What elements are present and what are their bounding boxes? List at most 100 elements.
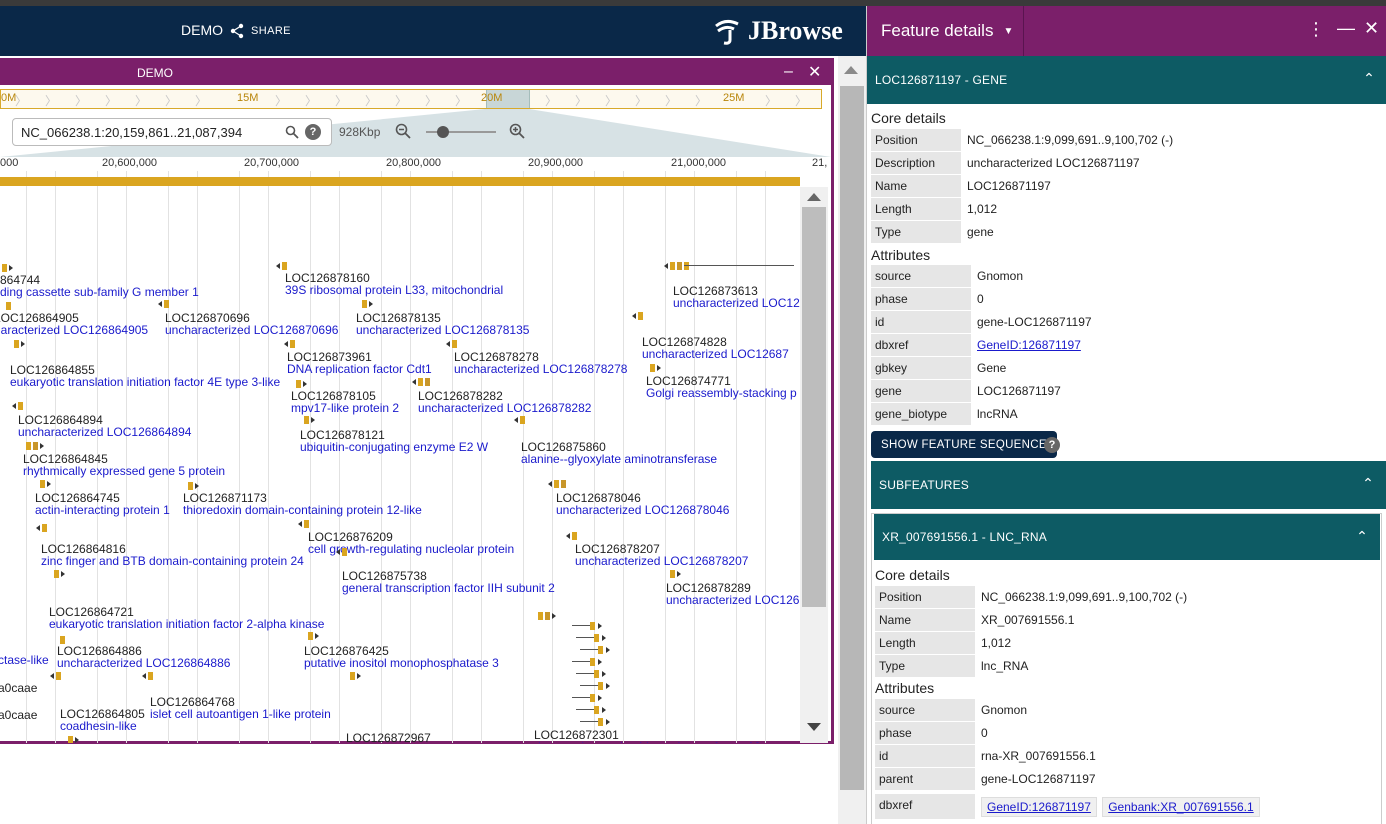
help-icon[interactable]: ? xyxy=(1044,437,1060,453)
genbank-link[interactable]: Genbank:XR_007691556.1 xyxy=(1108,800,1253,814)
feature-description[interactable]: uncharacterized LOC126878046 xyxy=(556,503,729,517)
subfeatures-header[interactable]: SUBFEATURES ⌃ xyxy=(871,461,1386,509)
transcript-glyph[interactable] xyxy=(576,705,616,715)
gene-glyph[interactable] xyxy=(356,299,386,309)
zoom-slider[interactable] xyxy=(426,126,496,138)
scroll-up-icon[interactable] xyxy=(844,66,858,74)
reference-sequence-track[interactable] xyxy=(0,177,800,186)
feature-partial-label[interactable]: a0caae xyxy=(0,681,37,695)
gene-glyph[interactable] xyxy=(284,339,314,349)
feature-description[interactable]: uncharacterized LOC126878278 xyxy=(454,362,627,376)
chevron-up-icon[interactable]: ⌃ xyxy=(1356,528,1368,545)
gene-glyph[interactable] xyxy=(20,441,50,451)
chevron-up-icon[interactable]: ⌃ xyxy=(1362,475,1374,492)
gene-glyph[interactable] xyxy=(514,415,544,425)
more-options-icon[interactable]: ⋮ xyxy=(1307,20,1325,38)
dbxref-link[interactable]: GeneID:126871197 xyxy=(977,338,1081,352)
feature-description[interactable]: actin-interacting protein 1 xyxy=(35,503,170,517)
gene-glyph[interactable] xyxy=(632,311,662,321)
track-scrollbar[interactable] xyxy=(800,187,828,743)
session-name[interactable]: DEMO xyxy=(181,22,223,38)
location-search[interactable]: ? xyxy=(12,118,332,146)
feature-description[interactable]: haracterized LOC126864905 xyxy=(0,323,148,337)
gene-glyph[interactable] xyxy=(298,519,328,529)
zoom-slider-knob[interactable] xyxy=(437,126,449,138)
feature-description[interactable]: ubiquitin-conjugating enzyme E2 W xyxy=(300,440,488,454)
feature-description[interactable]: putative inositol monophosphatase 3 xyxy=(304,656,499,670)
feature-description[interactable]: uncharacterized LOC126870696 xyxy=(165,323,338,337)
page-scrollbar[interactable] xyxy=(838,56,866,824)
gene-glyph[interactable] xyxy=(548,479,578,489)
transcript-glyph[interactable] xyxy=(580,681,620,691)
feature-description[interactable]: rho guanine nucleotide exchange factor 1… xyxy=(534,740,761,743)
close-icon[interactable]: ✕ xyxy=(1364,18,1379,39)
gene-glyph[interactable] xyxy=(532,611,562,621)
transcript-glyph[interactable] xyxy=(576,633,616,643)
minimize-icon[interactable]: – xyxy=(784,63,793,81)
gene-glyph[interactable] xyxy=(644,363,674,373)
gene-glyph[interactable] xyxy=(8,339,38,349)
share-button[interactable]: SHARE xyxy=(225,18,299,44)
feature-description[interactable]: coadhesin-like xyxy=(60,719,137,733)
gene-glyph[interactable] xyxy=(50,671,80,681)
chevron-up-icon[interactable]: ⌃ xyxy=(1363,70,1375,87)
feature-description[interactable]: eukaryotic translation initiation factor… xyxy=(49,617,324,631)
gene-glyph[interactable] xyxy=(276,261,306,271)
close-icon[interactable]: ✕ xyxy=(808,62,821,82)
gene-glyph[interactable] xyxy=(12,401,42,411)
gene-section-header[interactable]: LOC126871197 - GENE ⌃ xyxy=(867,56,1386,104)
gene-glyph[interactable] xyxy=(48,569,78,579)
gene-glyph[interactable] xyxy=(344,671,374,681)
transcript-glyph[interactable] xyxy=(572,621,612,631)
search-icon[interactable] xyxy=(285,125,299,139)
feature-partial-label[interactable]: ctase-like xyxy=(0,653,49,667)
feature-description[interactable]: DNA replication factor Cdt1 xyxy=(287,362,432,376)
gene-glyph[interactable] xyxy=(446,339,476,349)
gene-glyph[interactable] xyxy=(302,631,332,641)
feature-description[interactable]: uncharacterized LOC126 xyxy=(666,593,799,607)
feature-name[interactable]: LOC126872967 xyxy=(346,731,431,743)
feature-description[interactable]: uncharacterized LOC126878282 xyxy=(418,401,591,415)
feature-description[interactable]: uncharacterized LOC12687 xyxy=(642,347,789,361)
feature-description[interactable]: 39S ribosomal protein L33, mitochondrial xyxy=(285,283,503,297)
zoom-out-icon[interactable] xyxy=(395,123,411,139)
scroll-down-icon[interactable] xyxy=(807,723,821,731)
gene-track[interactable]: 864744 ding cassette sub-family G member … xyxy=(0,187,800,743)
transcript-glyph[interactable] xyxy=(576,669,616,679)
gene-glyph[interactable] xyxy=(34,479,64,489)
feature-description[interactable]: eukaryotic translation initiation factor… xyxy=(10,375,280,389)
feature-description[interactable]: uncharacterized LOC126878135 xyxy=(356,323,529,337)
panel-tab-selector[interactable]: Feature details ▼ xyxy=(867,6,1024,56)
gene-glyph[interactable] xyxy=(0,263,26,273)
gene-glyph[interactable] xyxy=(62,735,92,743)
gene-glyph[interactable] xyxy=(336,547,366,557)
gene-glyph[interactable] xyxy=(290,379,320,389)
gene-glyph[interactable] xyxy=(664,569,694,579)
page-scrollbar-thumb[interactable] xyxy=(840,86,864,790)
minimize-icon[interactable]: — xyxy=(1337,18,1355,39)
feature-description[interactable]: uncharacterized LOC126864886 xyxy=(57,656,230,670)
gene-glyph[interactable] xyxy=(142,671,172,681)
feature-description[interactable]: uncharacterized LOC126878207 xyxy=(575,554,748,568)
transcript-glyph[interactable] xyxy=(580,645,620,655)
feature-partial-label[interactable]: a0caae xyxy=(0,708,37,722)
track-scrollbar-thumb[interactable] xyxy=(802,207,826,607)
show-feature-sequence-button[interactable]: SHOW FEATURE SEQUENCE xyxy=(871,431,1057,458)
gene-glyph[interactable] xyxy=(158,299,188,309)
subfeature-header[interactable]: XR_007691556.1 - LNC_RNA ⌃ xyxy=(874,514,1380,560)
feature-description[interactable]: Golgi reassembly-stacking p xyxy=(646,386,797,400)
gene-glyph[interactable] xyxy=(566,531,596,541)
feature-description[interactable]: uncharacterized LOC126864894 xyxy=(18,425,191,439)
feature-description[interactable]: rhythmically expressed gene 5 protein xyxy=(23,464,225,478)
transcript-glyph[interactable] xyxy=(572,693,612,703)
overview-scale-bar[interactable]: 〉 〉 〉 〉 〉 〉 〉 〉 〉 〉 〉 〉 〉 〉 〉 〉 〉 〉 〉 〉 … xyxy=(0,89,822,109)
geneid-link[interactable]: GeneID:126871197 xyxy=(987,800,1091,814)
feature-description[interactable]: mpv17-like protein 2 xyxy=(291,401,399,415)
transcript-glyph[interactable] xyxy=(572,657,612,667)
scroll-up-icon[interactable] xyxy=(807,193,821,201)
gene-glyph[interactable] xyxy=(182,481,212,491)
feature-description[interactable]: thioredoxin domain-containing protein 12… xyxy=(183,503,422,517)
gene-glyph[interactable] xyxy=(412,377,442,387)
feature-description[interactable]: general transcription factor IIH subunit… xyxy=(342,581,555,595)
gene-glyph[interactable] xyxy=(298,415,328,425)
